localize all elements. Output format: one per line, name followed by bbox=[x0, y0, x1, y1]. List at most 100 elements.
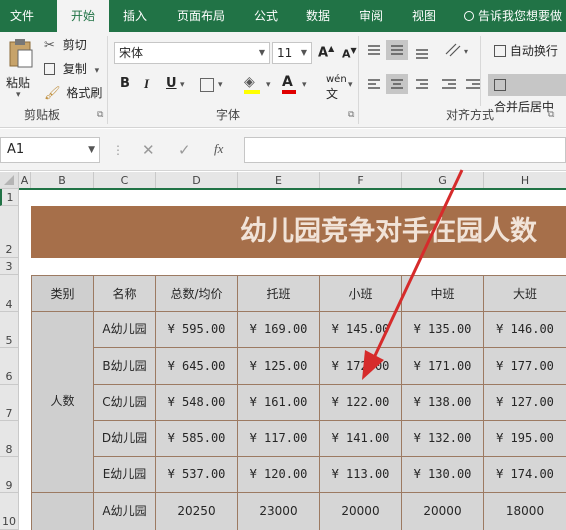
copy-button[interactable]: 复制 ▾ bbox=[44, 60, 99, 78]
wrap-text-button[interactable]: 自动换行 bbox=[494, 42, 558, 62]
value-cell: 20250 bbox=[156, 493, 238, 530]
column-header[interactable]: D bbox=[156, 172, 238, 189]
value-cell: ¥ 171.00 bbox=[402, 348, 484, 385]
group-divider bbox=[107, 36, 108, 124]
alignment-buttons[interactable]: ▾ bbox=[364, 40, 494, 104]
paste-button[interactable] bbox=[6, 38, 36, 72]
table-header-cell: 托班 bbox=[238, 275, 320, 312]
shrink-font-button[interactable]: A▼ bbox=[342, 46, 357, 61]
font-color-dropdown-icon[interactable]: ▾ bbox=[302, 80, 307, 90]
value-cell: 18000 bbox=[484, 493, 566, 530]
row-header[interactable]: 3 bbox=[0, 258, 19, 275]
borders-button[interactable] bbox=[200, 78, 214, 92]
clipboard-group-label: 剪贴板 bbox=[24, 108, 61, 122]
cut-button[interactable]: ✂ 剪切 bbox=[44, 36, 87, 54]
font-size-combo[interactable]: 11 ▼ bbox=[272, 42, 312, 64]
chevron-down-icon: ▼ bbox=[300, 48, 307, 57]
name-cell: A幼儿园 bbox=[94, 312, 156, 348]
merge-center-button[interactable]: 合并后居中 bbox=[488, 74, 566, 114]
insert-function-button[interactable]: fx bbox=[214, 141, 223, 157]
row-header[interactable]: 2 bbox=[0, 206, 19, 258]
group-divider bbox=[480, 36, 481, 106]
value-cell: ¥ 138.00 bbox=[402, 385, 484, 421]
table-header-cell: 类别 bbox=[31, 275, 94, 312]
fill-color-button[interactable]: ◈ bbox=[244, 74, 260, 94]
enter-button[interactable]: ✓ bbox=[178, 141, 191, 159]
row-header[interactable]: 8 bbox=[0, 421, 19, 457]
value-cell: ¥ 585.00 bbox=[156, 421, 238, 457]
column-header[interactable]: E bbox=[238, 172, 320, 189]
formula-bar: A1 ▼ ⋮ ✕ ✓ fx bbox=[0, 129, 566, 171]
row-header[interactable]: 4 bbox=[0, 275, 19, 312]
table-header-cell: 小班 bbox=[320, 275, 402, 312]
row-header[interactable]: 9 bbox=[0, 457, 19, 493]
font-color-button[interactable]: A bbox=[282, 74, 296, 94]
tell-me-box[interactable]: 告诉我您想要做 bbox=[464, 0, 562, 32]
column-header[interactable]: C bbox=[94, 172, 156, 189]
phonetic-dropdown-icon[interactable]: ▾ bbox=[348, 80, 353, 90]
ribbon-tab-bar: 文件 开始 插入 页面布局 公式 数据 审阅 视图 告诉我您想要做 bbox=[0, 0, 566, 32]
table-header-cell: 总数/均价 bbox=[156, 275, 238, 312]
column-header[interactable]: F bbox=[320, 172, 402, 189]
formula-input[interactable] bbox=[244, 137, 566, 163]
tab-data[interactable]: 数据 bbox=[295, 0, 341, 32]
select-all-corner[interactable] bbox=[0, 172, 19, 189]
font-group-label: 字体 bbox=[216, 108, 241, 122]
font-color-icon: A bbox=[282, 74, 293, 90]
row-header[interactable]: 6 bbox=[0, 348, 19, 385]
value-cell: ¥ 169.00 bbox=[238, 312, 320, 348]
underline-button[interactable]: U bbox=[166, 76, 177, 91]
table-header-cell: 大班 bbox=[484, 275, 566, 312]
category-cell bbox=[31, 493, 94, 530]
tab-review[interactable]: 审阅 bbox=[348, 0, 394, 32]
alignment-launcher-icon[interactable]: ⧉ bbox=[548, 110, 554, 120]
tab-view[interactable]: 视图 bbox=[401, 0, 447, 32]
paste-label: 粘贴 bbox=[6, 76, 31, 90]
clipboard-launcher-icon[interactable]: ⧉ bbox=[97, 110, 103, 120]
tab-insert[interactable]: 插入 bbox=[112, 0, 158, 32]
phonetic-icon: 文 bbox=[326, 87, 339, 101]
group-divider bbox=[358, 36, 359, 124]
value-cell: ¥ 537.00 bbox=[156, 457, 238, 493]
underline-dropdown-icon[interactable]: ▾ bbox=[180, 80, 185, 90]
row-header[interactable]: 10 bbox=[0, 493, 19, 530]
paste-dropdown-icon[interactable]: ▾ bbox=[16, 90, 21, 100]
fill-dropdown-icon[interactable]: ▾ bbox=[266, 80, 271, 90]
alignment-group-label: 对齐方式 bbox=[446, 108, 495, 122]
value-cell: 23000 bbox=[238, 493, 320, 530]
svg-text:▾: ▾ bbox=[464, 47, 468, 56]
font-launcher-icon[interactable]: ⧉ bbox=[348, 110, 354, 120]
bold-button[interactable]: B bbox=[120, 76, 130, 91]
value-cell: ¥ 174.00 bbox=[484, 457, 566, 493]
copy-dropdown-icon[interactable]: ▾ bbox=[95, 66, 100, 76]
sheet-title: 幼儿园竞争对手在园人数 bbox=[31, 206, 566, 258]
chevron-down-icon: ▼ bbox=[88, 145, 95, 155]
value-cell: ¥ 548.00 bbox=[156, 385, 238, 421]
column-header[interactable]: H bbox=[484, 172, 566, 189]
tab-home[interactable]: 开始 bbox=[57, 0, 109, 32]
tab-formulas[interactable]: 公式 bbox=[243, 0, 289, 32]
phonetic-button[interactable]: wén 文 bbox=[326, 74, 347, 102]
value-cell: ¥ 172.00 bbox=[320, 348, 402, 385]
column-header[interactable]: A bbox=[19, 172, 31, 189]
cancel-button[interactable]: ✕ bbox=[142, 141, 155, 159]
borders-dropdown-icon[interactable]: ▾ bbox=[218, 80, 223, 90]
row-header[interactable]: 1 bbox=[0, 189, 19, 206]
tab-page-layout[interactable]: 页面布局 bbox=[170, 0, 232, 32]
grow-font-button[interactable]: A▲ bbox=[318, 44, 334, 60]
format-painter-button[interactable]: 🖌 格式刷 bbox=[44, 84, 102, 102]
font-name-combo[interactable]: 宋体 ▼ bbox=[114, 42, 270, 64]
italic-button[interactable]: I bbox=[144, 76, 149, 92]
value-cell: ¥ 130.00 bbox=[402, 457, 484, 493]
column-header[interactable]: B bbox=[31, 172, 94, 189]
row-header[interactable]: 5 bbox=[0, 312, 19, 348]
column-header[interactable]: G bbox=[402, 172, 484, 189]
name-cell: B幼儿园 bbox=[94, 348, 156, 385]
name-box[interactable]: A1 ▼ bbox=[0, 137, 100, 163]
tab-file[interactable]: 文件 bbox=[0, 0, 44, 32]
brush-icon: 🖌 bbox=[44, 86, 61, 101]
paint-bucket-icon: ◈ bbox=[244, 74, 255, 90]
corner-triangle-icon bbox=[4, 175, 14, 185]
ribbon-home: 粘贴 ▾ ✂ 剪切 复制 ▾ 🖌 格式刷 剪贴板 ⧉ 宋体 ▼ 11 ▼ A▲ A▼… bbox=[0, 32, 566, 128]
row-header[interactable]: 7 bbox=[0, 385, 19, 421]
